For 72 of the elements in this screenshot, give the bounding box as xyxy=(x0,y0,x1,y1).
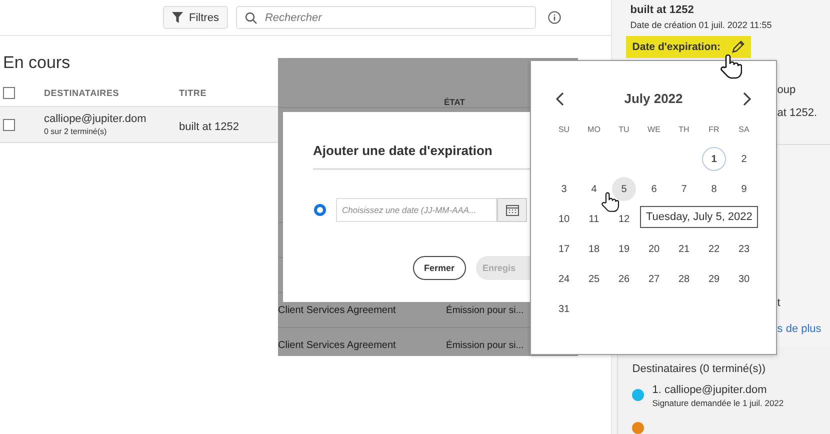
funnel-icon xyxy=(172,12,183,23)
calendar-day[interactable]: 3 xyxy=(552,177,576,201)
calendar-day[interactable]: 5 xyxy=(612,177,636,201)
calendar-day[interactable]: 4 xyxy=(582,177,606,201)
calendar-day[interactable]: 10 xyxy=(552,207,576,231)
recipient-name: 1. calliope@jupiter.dom xyxy=(652,384,768,396)
calendar-day[interactable]: 8 xyxy=(702,177,726,201)
calendar-day[interactable]: 7 xyxy=(672,177,696,201)
column-header[interactable]: DESTINATAIRES xyxy=(44,88,179,98)
calendar-day[interactable]: 26 xyxy=(612,267,636,291)
creation-date: Date de création 01 juil. 2022 11:55 xyxy=(630,20,773,30)
search-field[interactable]: Rechercher xyxy=(236,6,536,29)
calendar-day[interactable]: 22 xyxy=(702,237,726,261)
close-button[interactable]: Fermer xyxy=(413,256,466,280)
calendar-day[interactable]: 21 xyxy=(672,237,696,261)
partial-text: oup xyxy=(777,84,797,98)
partial-text: t xyxy=(777,297,782,312)
column-header[interactable]: TITRE xyxy=(179,88,206,98)
partial-text: at 1252. xyxy=(777,107,818,121)
status-text: Émission pour si... xyxy=(446,340,524,350)
pencil-icon[interactable] xyxy=(730,40,745,54)
tooltip: Tuesday, July 5, 2022 xyxy=(640,206,758,228)
weekday-label: WE xyxy=(646,124,662,136)
progress-text: 0 sur 2 terminé(s) xyxy=(44,127,108,136)
calendar-day[interactable]: 29 xyxy=(702,267,726,291)
column-header: ÉTAT xyxy=(444,97,465,107)
calendar-day[interactable]: 24 xyxy=(552,267,576,291)
calendar-day[interactable]: 18 xyxy=(582,237,606,261)
calendar-day[interactable]: 25 xyxy=(582,267,606,291)
agreement-title: built at 1252 xyxy=(630,4,695,16)
calendar-button[interactable] xyxy=(497,198,527,222)
expiration-label[interactable]: Date d'expiration: xyxy=(626,36,751,58)
weekday-label: FR xyxy=(708,124,720,136)
agreement-title: built at 1252 xyxy=(179,120,239,132)
show-more-link[interactable]: s de plus xyxy=(777,323,822,336)
section-heading: En cours xyxy=(2,52,72,74)
calendar-day[interactable]: 6 xyxy=(642,177,666,201)
calendar-day[interactable]: 23 xyxy=(732,237,756,261)
recipient-email: calliope@jupiter.dom xyxy=(44,113,148,125)
row-checkbox[interactable] xyxy=(3,118,15,130)
calendar-day[interactable]: 9 xyxy=(732,177,756,201)
calendar-day[interactable]: 30 xyxy=(732,267,756,291)
agreement-title: Client Services Agreement xyxy=(278,340,397,350)
weekday-label: TU xyxy=(618,124,630,136)
recipient-status: Signature demandée le 1 juil. 2022 xyxy=(652,398,784,408)
calendar-day[interactable]: 20 xyxy=(642,237,666,261)
hand-cursor-icon xyxy=(601,192,619,213)
search-icon xyxy=(244,12,257,24)
info-icon[interactable] xyxy=(548,11,561,24)
status-text: Émission pour si... xyxy=(446,304,524,316)
filter-button[interactable]: Filtres xyxy=(163,6,228,29)
next-month-icon[interactable] xyxy=(742,92,752,106)
select-all-checkbox[interactable] xyxy=(3,87,15,99)
calendar-day[interactable]: 12 xyxy=(612,207,636,231)
calendar-day[interactable]: 17 xyxy=(552,237,576,261)
recipients-heading: Destinataires (0 terminé(s)) xyxy=(632,363,767,375)
weekday-label: TH xyxy=(678,124,690,136)
calendar-day[interactable]: 11 xyxy=(582,207,606,231)
weekday-label: MO xyxy=(586,124,602,136)
month-title: July 2022 xyxy=(624,91,683,106)
calendar-day[interactable]: 1 xyxy=(702,147,726,171)
previous-month-icon[interactable] xyxy=(555,92,565,106)
radio-button[interactable] xyxy=(314,204,326,216)
calendar-day[interactable]: 2 xyxy=(732,147,756,171)
calendar-day[interactable]: 19 xyxy=(612,237,636,261)
weekday-label: SA xyxy=(738,124,750,136)
calendar-day[interactable]: 28 xyxy=(672,267,696,291)
calendar-day[interactable]: 27 xyxy=(642,267,666,291)
calendar-day[interactable]: 31 xyxy=(552,297,576,321)
agreement-title: Client Services Agreement xyxy=(278,304,397,316)
calendar-icon xyxy=(506,204,518,216)
date-field[interactable]: Choisissez une date (JJ-MM-AAA... xyxy=(336,198,497,222)
